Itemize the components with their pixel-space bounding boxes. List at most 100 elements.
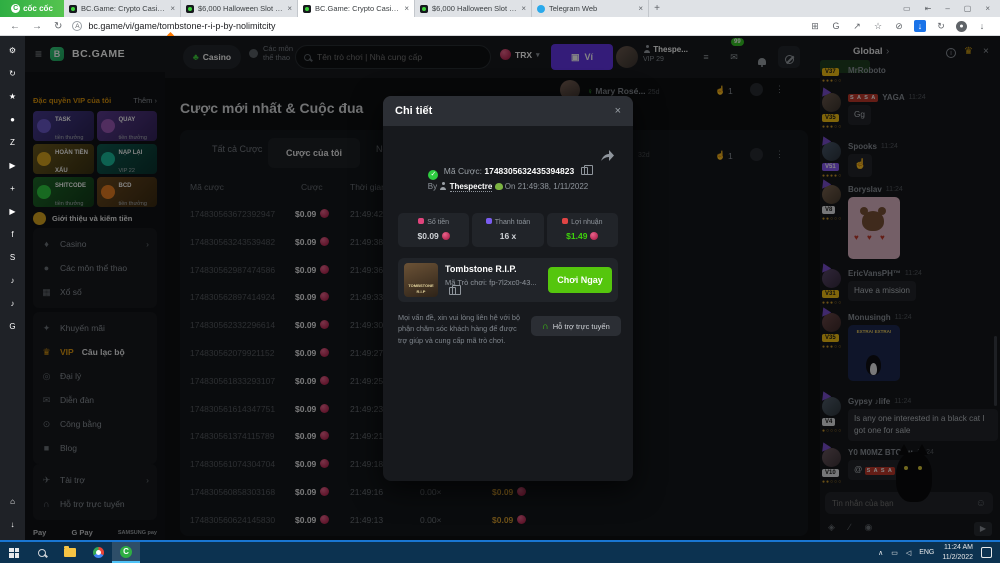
toolbar-icons: ⊞ G ↗ ☆ ⊘ ↓ ↻ ● ↓	[809, 20, 1000, 32]
browser-tab[interactable]: $6,000 Halloween Slot Battl ×	[415, 0, 532, 17]
language-indicator[interactable]: ENG	[919, 549, 934, 556]
taskbar-search-icon[interactable]	[28, 542, 56, 563]
coccoc-app-icon[interactable]: ⌂	[6, 495, 20, 509]
tab-close-icon[interactable]: ×	[521, 4, 526, 13]
coccoc-logo-icon: C	[11, 4, 20, 13]
toolbar-icon[interactable]: ⊞	[809, 21, 821, 32]
tray-expand-icon[interactable]: ∧	[878, 549, 883, 557]
bet-byline: By Thespectre On 21:49:38, 1/11/2022	[383, 182, 633, 191]
coccoc-bottom-icons: ⌂ ↓	[6, 495, 20, 532]
toolbar-icon[interactable]: ↗	[851, 21, 863, 32]
stat-label: Số tiền	[427, 219, 449, 226]
close-button[interactable]: ×	[985, 4, 990, 13]
player-name[interactable]: Thespectre	[450, 182, 493, 192]
tab-title: $6,000 Halloween Slot Battl	[432, 4, 517, 13]
stat-box: Số tiền $0.09	[398, 213, 469, 247]
stat-value: $1.49	[566, 231, 598, 241]
coccoc-app-icon[interactable]: ▶	[6, 205, 20, 219]
site-info-icon[interactable]: A	[72, 21, 82, 31]
toolbar-icon[interactable]: ⊘	[893, 21, 905, 32]
taskbar-clock[interactable]: 11:24 AM11/2/2022	[942, 543, 973, 561]
stat-icon	[486, 218, 492, 224]
coccoc-top-icons: ⚙ ↻ ★ ● Z ▶ + ▶ f S ♪ ♪	[6, 44, 20, 334]
maximize-button[interactable]: ▢	[964, 4, 972, 13]
coccoc-app-icon[interactable]: ♪	[6, 297, 20, 311]
toolbar-icon[interactable]: ↓	[976, 21, 988, 31]
start-button[interactable]	[0, 542, 28, 563]
toolbar-icon[interactable]: ☆	[872, 21, 884, 32]
bcgame-page: ≡ B BC.GAME Đặc quyền VIP của tôi Thêm ›…	[25, 36, 1000, 540]
live-support-button[interactable]: ∩ Hỗ trợ trực tuyến	[531, 316, 621, 336]
copy-icon[interactable]	[581, 167, 588, 175]
person-icon	[439, 182, 447, 190]
file-explorer-icon[interactable]	[56, 542, 84, 563]
coccoc-app-icon[interactable]: ⚙	[6, 44, 20, 58]
coccoc-taskbar-icon[interactable]: C	[112, 542, 140, 563]
play-now-button[interactable]: Chơi Ngay	[548, 267, 612, 293]
browser-toolbar: ← → ↻ A ⊞ G ↗ ☆ ⊘ ↓ ↻ ● ↓	[0, 17, 1000, 36]
minimize-button[interactable]: –	[945, 4, 949, 13]
toolbar-icon[interactable]: G	[830, 21, 842, 31]
coccoc-app-icon[interactable]: Z	[6, 136, 20, 150]
tab-close-icon[interactable]: ×	[404, 4, 409, 13]
share-icon[interactable]	[599, 148, 615, 167]
tab-title: BC.Game: Crypto Casino Gan	[81, 4, 166, 13]
verified-shield-icon: ✓	[428, 170, 438, 180]
reload-button[interactable]: ↻	[54, 21, 62, 32]
network-icon[interactable]: ▭	[891, 549, 898, 557]
coccoc-app-icon[interactable]: ▶	[6, 159, 20, 173]
browser-tab[interactable]: BC.Game: Crypto Casino Gan ×	[64, 0, 181, 17]
tab-close-icon[interactable]: ×	[170, 4, 175, 13]
volume-icon[interactable]: ◁	[906, 549, 911, 557]
coccoc-app-icon[interactable]: ★	[6, 90, 20, 104]
new-tab-button[interactable]: +	[649, 0, 665, 17]
pip-icon[interactable]: ▭	[903, 4, 911, 13]
coccoc-app-icon[interactable]: ↓	[6, 518, 20, 532]
game-code: fp-7l2xc0-43...	[489, 278, 537, 287]
copy-icon[interactable]	[449, 287, 456, 295]
bet-id-value: 1748305632435394823	[484, 166, 574, 176]
tab-favicon	[69, 5, 77, 13]
bet-id-line: ✓ Mã Cược: 1748305632435394823	[383, 166, 633, 180]
tab-close-icon[interactable]: ×	[287, 4, 292, 13]
toolbar-icon[interactable]: ↓	[914, 20, 926, 32]
action-center-icon[interactable]	[981, 547, 992, 558]
sidebar-toggle-icon[interactable]: ⇤	[925, 4, 932, 13]
coccoc-app-icon[interactable]: S	[6, 251, 20, 265]
toolbar-icon[interactable]: ●	[956, 21, 967, 32]
back-button[interactable]: ←	[10, 21, 20, 32]
tab-close-icon[interactable]: ×	[638, 4, 643, 13]
address-bar[interactable]	[88, 21, 809, 31]
forward-button[interactable]: →	[32, 21, 42, 32]
browser-tab[interactable]: BC.Game: Crypto Casino Gan ×	[298, 0, 415, 17]
game-title: Tombstone R.I.P.	[445, 264, 541, 274]
browser-tab[interactable]: $6,000 Halloween Slot Battl ×	[181, 0, 298, 17]
tab-favicon	[537, 5, 545, 13]
tab-favicon	[303, 5, 311, 13]
tab-title: BC.Game: Crypto Casino Gan	[315, 4, 400, 13]
modal-note: Mọi vấn đề, xin vui lòng liên hệ với bộ …	[398, 312, 528, 346]
tab-favicon	[420, 5, 428, 13]
tab-favicon	[186, 5, 194, 13]
game-thumbnail[interactable]: TOMBSTONE R.I.P	[404, 263, 438, 297]
stat-icon	[418, 218, 424, 224]
stat-box: Thanh toán 16 x	[472, 213, 543, 247]
coccoc-app-icon[interactable]: ♪	[6, 274, 20, 288]
coccoc-app-icon[interactable]: +	[6, 182, 20, 196]
coccoc-brand[interactable]: C cốc cốc	[0, 0, 64, 17]
window-controls: ▭ ⇤ – ▢ ×	[903, 0, 1000, 17]
coccoc-app-icon[interactable]: ●	[6, 113, 20, 127]
screen: C cốc cốc BC.Game: Crypto Casino Gan × $…	[0, 0, 1000, 563]
frog-emoji-icon	[495, 183, 503, 190]
bet-stats: Số tiền $0.09 Thanh toán 16 x Lợi nhuận …	[398, 213, 618, 247]
stat-label: Lợi nhuận	[571, 219, 602, 226]
coccoc-app-icon[interactable]: f	[6, 228, 20, 242]
toolbar-icon[interactable]: ↻	[935, 21, 947, 32]
coccoc-app-icon[interactable]: ↻	[6, 67, 20, 81]
chrome-icon[interactable]	[84, 542, 112, 563]
stat-value: $0.09	[418, 231, 450, 241]
modal-close-icon[interactable]: ×	[615, 105, 621, 117]
browser-tab[interactable]: Telegram Web ×	[532, 0, 649, 17]
coccoc-app-icon[interactable]: G	[6, 320, 20, 334]
browser-tabbar: C cốc cốc BC.Game: Crypto Casino Gan × $…	[0, 0, 1000, 17]
